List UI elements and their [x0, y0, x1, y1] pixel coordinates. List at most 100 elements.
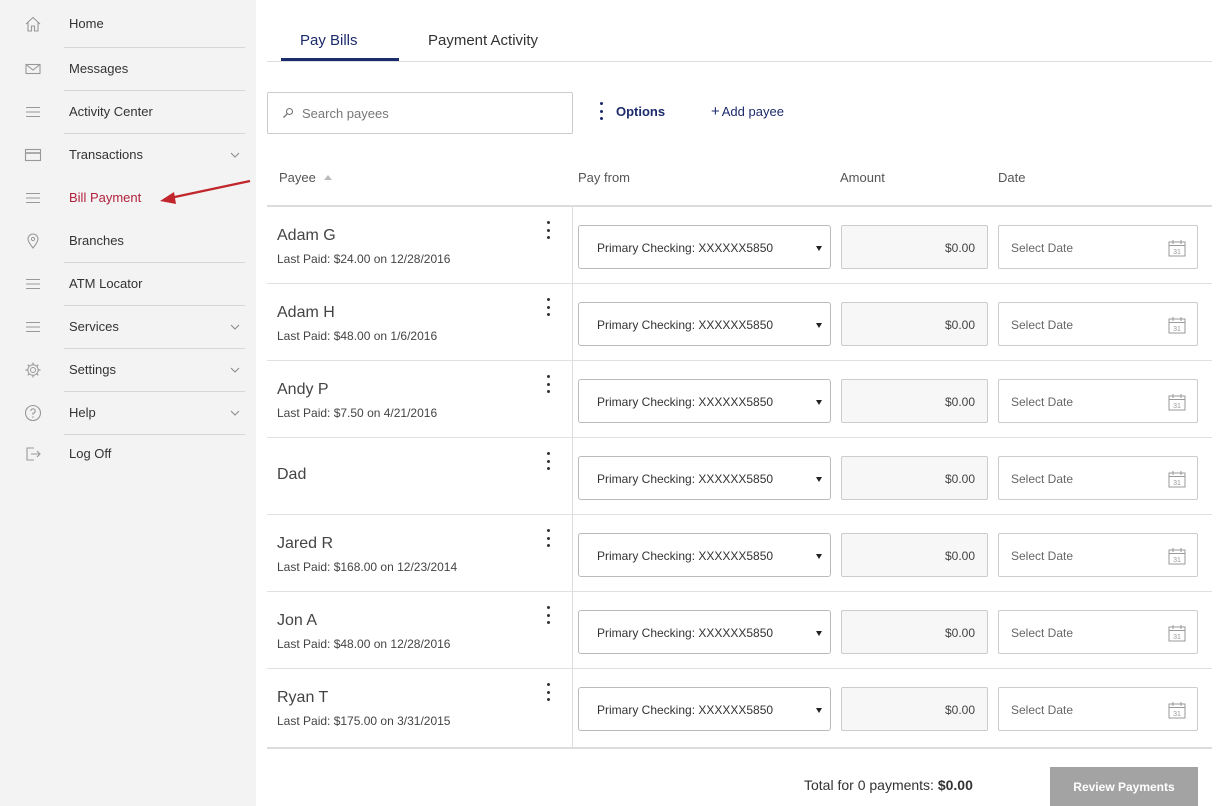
sidebar-item-log-off[interactable]: Log Off [0, 432, 256, 475]
sidebar-item-label: Settings [69, 362, 116, 377]
amount-value: $0.00 [944, 703, 975, 717]
sidebar-item-help[interactable]: Help [0, 391, 256, 434]
caret-down-icon [816, 246, 822, 251]
payee-name: Adam G [277, 227, 336, 244]
column-header-amount: Amount [840, 170, 885, 185]
pay-from-value: Primary Checking: XXXXXX5850 [597, 472, 774, 486]
sidebar-item-label: Help [69, 405, 96, 420]
calendar-icon[interactable]: 31 [1167, 546, 1187, 566]
amount-input[interactable]: $0.00 [841, 687, 988, 731]
amount-value: $0.00 [944, 395, 975, 409]
date-picker[interactable]: Select Date 31 [998, 379, 1198, 423]
divider [267, 61, 1212, 62]
row-menu-icon[interactable] [545, 683, 551, 701]
calendar-icon[interactable]: 31 [1167, 392, 1187, 412]
amount-input[interactable]: $0.00 [841, 533, 988, 577]
row-menu-icon[interactable] [545, 298, 551, 316]
svg-text:31: 31 [1173, 634, 1181, 641]
calendar-icon[interactable]: 31 [1167, 623, 1187, 643]
amount-input[interactable]: $0.00 [841, 610, 988, 654]
sidebar-item-settings[interactable]: Settings [0, 348, 256, 391]
sidebar-item-transactions[interactable]: Transactions [0, 133, 256, 176]
chevron-down-icon[interactable] [229, 364, 241, 376]
add-payee-label: Add payee [721, 104, 784, 119]
table-row: Adam H Last Paid: $48.00 on 1/6/2016 Pri… [267, 284, 1212, 361]
date-picker[interactable]: Select Date 31 [998, 533, 1198, 577]
date-picker[interactable]: Select Date 31 [998, 225, 1198, 269]
payee-name: Ryan T [277, 689, 329, 706]
row-menu-icon[interactable] [545, 375, 551, 393]
pay-from-select[interactable]: Primary Checking: XXXXXX5850 [578, 533, 831, 577]
add-payee-button[interactable]: + Add payee [711, 103, 784, 120]
amount-input[interactable]: $0.00 [841, 456, 988, 500]
date-placeholder: Select Date [1011, 395, 1074, 409]
calendar-icon[interactable]: 31 [1167, 238, 1187, 258]
pay-from-value: Primary Checking: XXXXXX5850 [597, 241, 774, 255]
pay-from-select[interactable]: Primary Checking: XXXXXX5850 [578, 302, 831, 346]
date-placeholder: Select Date [1011, 703, 1074, 717]
menu-icon [24, 103, 42, 121]
row-menu-icon[interactable] [545, 606, 551, 624]
amount-input[interactable]: $0.00 [841, 225, 988, 269]
pay-from-select[interactable]: Primary Checking: XXXXXX5850 [578, 610, 831, 654]
date-picker[interactable]: Select Date 31 [998, 610, 1198, 654]
pay-from-select[interactable]: Primary Checking: XXXXXX5850 [578, 456, 831, 500]
calendar-icon[interactable]: 31 [1167, 700, 1187, 720]
payee-name: Jon A [277, 612, 318, 629]
tab-payment-activity[interactable]: Payment Activity [428, 32, 538, 49]
search-input[interactable] [302, 93, 562, 133]
sidebar-item-label: Bill Payment [69, 190, 142, 205]
amount-value: $0.00 [944, 626, 975, 640]
date-picker[interactable]: Select Date 31 [998, 456, 1198, 500]
sidebar-item-activity-center[interactable]: Activity Center [0, 90, 256, 133]
options-label: Options [616, 103, 666, 119]
location-pin-icon [24, 232, 42, 250]
caret-down-icon [816, 400, 822, 405]
sidebar-item-label: Transactions [69, 147, 143, 162]
amount-input[interactable]: $0.00 [841, 379, 988, 423]
calendar-icon[interactable]: 31 [1167, 469, 1187, 489]
amount-value: $0.00 [944, 318, 975, 332]
column-header-payee[interactable]: Payee [279, 170, 332, 185]
chevron-down-icon[interactable] [229, 149, 241, 161]
amount-value: $0.00 [944, 241, 975, 255]
pay-from-value: Primary Checking: XXXXXX5850 [597, 318, 774, 332]
sidebar-item-home[interactable]: Home [0, 2, 256, 45]
plus-icon: + [711, 103, 720, 120]
more-vertical-icon [598, 102, 604, 120]
payee-name: Adam H [277, 304, 335, 321]
sidebar-item-messages[interactable]: Messages [0, 47, 256, 90]
sidebar-item-atm-locator[interactable]: ATM Locator [0, 262, 256, 305]
row-menu-icon[interactable] [545, 529, 551, 547]
caret-down-icon [816, 554, 822, 559]
sidebar-item-services[interactable]: Services [0, 305, 256, 348]
sidebar-item-label: Branches [69, 233, 124, 248]
tab-pay-bills[interactable]: Pay Bills [300, 32, 358, 49]
pay-from-select[interactable]: Primary Checking: XXXXXX5850 [578, 379, 831, 423]
pay-from-value: Primary Checking: XXXXXX5850 [597, 626, 774, 640]
caret-down-icon [816, 631, 822, 636]
amount-input[interactable]: $0.00 [841, 302, 988, 346]
sidebar-item-label: Activity Center [69, 104, 153, 119]
date-picker[interactable]: Select Date 31 [998, 302, 1198, 346]
options-button[interactable]: Options [598, 101, 665, 121]
row-menu-icon[interactable] [545, 452, 551, 470]
logout-icon [24, 445, 42, 463]
question-icon [24, 404, 42, 422]
chevron-down-icon[interactable] [229, 407, 241, 419]
pay-from-select[interactable]: Primary Checking: XXXXXX5850 [578, 225, 831, 269]
calendar-icon[interactable]: 31 [1167, 315, 1187, 335]
table-row: Jared R Last Paid: $168.00 on 12/23/2014… [267, 515, 1212, 592]
chevron-down-icon[interactable] [229, 321, 241, 333]
row-menu-icon[interactable] [545, 221, 551, 239]
payee-last-paid: Last Paid: $48.00 on 1/6/2016 [277, 329, 438, 343]
svg-text:31: 31 [1173, 326, 1181, 333]
pay-from-select[interactable]: Primary Checking: XXXXXX5850 [578, 687, 831, 731]
date-picker[interactable]: Select Date 31 [998, 687, 1198, 731]
table-row: Adam G Last Paid: $24.00 on 12/28/2016 P… [267, 207, 1212, 284]
envelope-icon [24, 60, 42, 78]
review-payments-button[interactable]: Review Payments [1050, 767, 1198, 806]
sidebar-item-branches[interactable]: Branches [0, 219, 256, 262]
svg-text:31: 31 [1173, 403, 1181, 410]
sidebar-item-label: ATM Locator [69, 276, 143, 291]
